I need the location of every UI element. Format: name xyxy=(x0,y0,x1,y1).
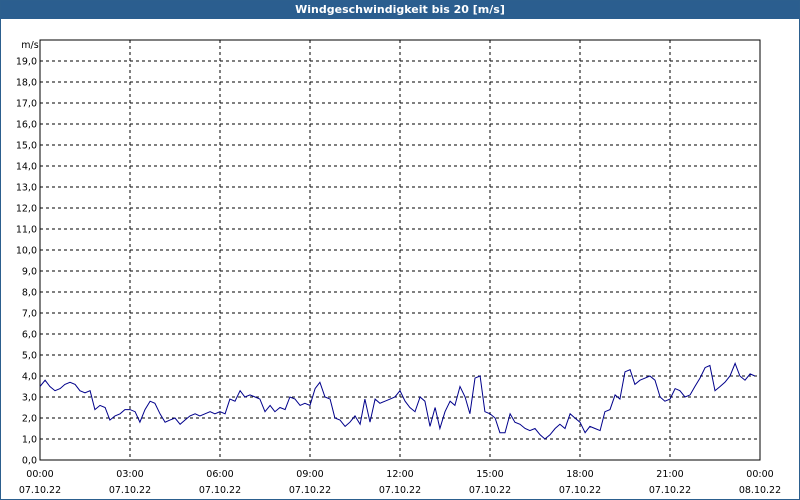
y-tick-label: 17,0 xyxy=(16,99,37,110)
y-tick-label: 14,0 xyxy=(16,162,37,173)
x-tick-time-label: 03:00 xyxy=(116,469,143,480)
x-tick-time-label: 00:00 xyxy=(26,469,53,480)
y-tick-label: 2,0 xyxy=(22,414,37,425)
y-axis-unit-label: m/s xyxy=(21,40,38,51)
y-tick-label: 18,0 xyxy=(16,78,37,89)
wind-speed-series-line xyxy=(39,362,756,440)
y-tick-label: 19,0 xyxy=(16,57,37,68)
x-tick-time-label: 12:00 xyxy=(386,469,413,480)
x-tick-date-label: 07.10.22 xyxy=(19,485,61,496)
x-tick-time-label: 21:00 xyxy=(656,469,683,480)
x-tick-date-label: 07.10.22 xyxy=(379,485,421,496)
x-tick-date-label: 07.10.22 xyxy=(559,485,601,496)
y-tick-label: 1,0 xyxy=(22,435,37,446)
x-tick-labels: 00:00 07.10.22 03:00 07.10.22 06:00 07.10.22 0… xyxy=(19,469,781,496)
y-tick-labels: 0,0 1,0 2,0 3,0 4,0 5,0 6,0 7,0 8,0 9,0 10,0 11,0 12… xyxy=(16,57,37,467)
chart-canvas: m/s 0,0 1,0 2,0 3,0 4,0 5,0 6,0 7,0 8,0 9,0 10,0 11… xyxy=(16,39,781,496)
x-tick-time-label: 15:00 xyxy=(476,469,503,480)
y-tick-label: 16,0 xyxy=(16,120,37,131)
y-tick-label: 10,0 xyxy=(16,246,37,257)
x-tick-time-label: 00:00 xyxy=(746,469,773,480)
x-tick-date-label: 07.10.22 xyxy=(649,485,691,496)
series-layer xyxy=(39,362,756,440)
y-tick-label: 4,0 xyxy=(22,372,37,383)
grid-lines xyxy=(40,40,760,460)
x-tick-date-label: 07.10.22 xyxy=(469,485,511,496)
x-tick-time-label: 18:00 xyxy=(566,469,593,480)
y-tick-label: 15,0 xyxy=(16,141,37,152)
y-tick-label: 7,0 xyxy=(22,309,37,320)
y-tick-label: 3,0 xyxy=(22,393,37,404)
x-tick-date-label: 07.10.22 xyxy=(289,485,331,496)
y-tick-label: 11,0 xyxy=(16,225,37,236)
x-tick-date-label: 07.10.22 xyxy=(199,485,241,496)
x-tick-time-label: 09:00 xyxy=(296,469,323,480)
y-tick-label: 12,0 xyxy=(16,204,37,215)
x-tick-date-label: 07.10.22 xyxy=(109,485,151,496)
y-tick-label: 6,0 xyxy=(22,330,37,341)
y-tick-label: 8,0 xyxy=(22,288,37,299)
y-tick-label: 9,0 xyxy=(22,267,37,278)
y-tick-label: 5,0 xyxy=(22,351,37,362)
x-tick-time-label: 06:00 xyxy=(206,469,233,480)
y-tick-label: 0,0 xyxy=(22,456,37,467)
y-tick-label: 13,0 xyxy=(16,183,37,194)
x-tick-date-label: 08.10.22 xyxy=(739,485,781,496)
